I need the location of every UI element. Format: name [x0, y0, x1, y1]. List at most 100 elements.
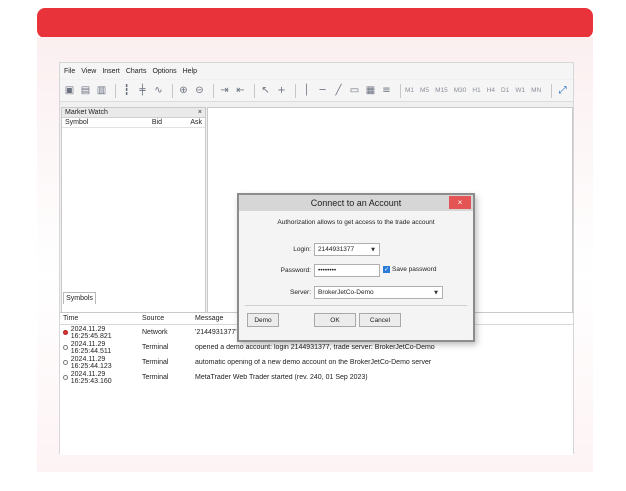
fibonacci-icon[interactable]: ≡	[380, 84, 393, 97]
trend-line-icon[interactable]: ╱	[332, 84, 345, 97]
time-value: 2024.11.29 16:25:44.511	[70, 340, 112, 355]
toolbar-divider	[254, 83, 255, 98]
zoom-out-icon[interactable]: ⊖	[193, 84, 206, 97]
column-ask[interactable]: Ask	[162, 119, 202, 126]
timeframe-d1[interactable]: D1	[501, 87, 509, 94]
info-status-icon	[63, 360, 68, 365]
vertical-line-icon[interactable]: │	[300, 84, 313, 97]
cancel-button[interactable]: Cancel	[359, 313, 401, 327]
profiles-icon[interactable]: ▤	[79, 84, 92, 97]
templates-icon[interactable]: ▥	[95, 84, 108, 97]
zoom-in-icon[interactable]: ⊕	[177, 84, 190, 97]
timeframe-m30[interactable]: M30	[454, 87, 467, 94]
menu-charts[interactable]: Charts	[126, 68, 147, 75]
demo-button[interactable]: Demo	[247, 313, 279, 327]
login-field[interactable]: 2144931377 ▼	[314, 243, 380, 256]
market-watch-header: Market Watch ×	[62, 108, 205, 118]
brand-banner	[37, 8, 593, 38]
page: File View Insert Charts Options Help ▣ ▤…	[0, 0, 626, 491]
toolbar-divider	[400, 83, 401, 98]
toolbar-divider	[551, 83, 553, 98]
timeframe-m5[interactable]: M5	[420, 87, 429, 94]
save-password-label: Save password	[392, 266, 437, 273]
save-password-checkbox[interactable]: ✓ Save password	[383, 266, 436, 273]
dialog-divider	[245, 305, 467, 306]
menu-help[interactable]: Help	[183, 68, 197, 75]
ok-button[interactable]: OK	[314, 313, 356, 327]
timeframe-m15[interactable]: M15	[435, 87, 448, 94]
market-watch-columns: Symbol Bid Ask	[62, 118, 205, 128]
column-time[interactable]: Time	[60, 315, 142, 322]
journal-source: Terminal	[142, 359, 169, 366]
login-label: Login:	[293, 246, 311, 253]
journal-time: 2024.11.29 16:25:45.821	[60, 326, 142, 340]
info-status-icon	[63, 345, 68, 350]
toolbar-divider	[115, 83, 116, 98]
journal-message: MetaTrader Web Trader started (rev. 240,…	[195, 374, 368, 381]
column-symbol[interactable]: Symbol	[65, 119, 118, 126]
toolbar-divider	[295, 83, 296, 98]
password-field[interactable]: ••••••••	[314, 264, 380, 277]
time-value: 2024.11.29 16:25:44.123	[70, 355, 112, 370]
line-chart-icon[interactable]: ∿	[152, 84, 165, 97]
horizontal-line-icon[interactable]: ─	[316, 84, 329, 97]
chevron-down-icon: ▼	[434, 289, 438, 296]
info-status-icon	[63, 375, 68, 380]
candlestick-icon[interactable]: ╪	[136, 84, 149, 97]
journal-row[interactable]: 2024.11.29 16:25:44.123 Terminal automat…	[60, 355, 573, 370]
journal-time: 2024.11.29 16:25:44.511	[60, 341, 142, 355]
text-label-icon[interactable]: ▭	[348, 84, 361, 97]
tab-symbols[interactable]: Symbols	[63, 292, 96, 304]
column-source[interactable]: Source	[142, 315, 195, 322]
journal-source: Terminal	[142, 374, 169, 381]
close-button[interactable]: ×	[449, 196, 471, 209]
auto-scroll-icon[interactable]: ⇤	[234, 84, 247, 97]
server-select[interactable]: BrokerJetCo-Demo ▼	[314, 286, 443, 299]
journal-source: Network	[142, 329, 168, 336]
journal-message: opened a demo account: login 2144931377,…	[195, 344, 435, 351]
dialog-title: Connect to an Account	[310, 198, 402, 208]
dialog-description: Authorization allows to get access to th…	[277, 219, 435, 226]
column-bid[interactable]: Bid	[118, 119, 162, 126]
journal-source: Terminal	[142, 344, 169, 351]
password-label: Password:	[280, 267, 311, 274]
menu-insert[interactable]: Insert	[102, 68, 120, 75]
timeframe-h4[interactable]: H4	[487, 87, 495, 94]
server-value: BrokerJetCo-Demo	[318, 289, 374, 296]
menu-view[interactable]: View	[81, 68, 96, 75]
new-chart-icon[interactable]: ▣	[63, 84, 76, 97]
toolbar-divider	[213, 83, 214, 98]
time-value: 2024.11.29 16:25:45.821	[70, 325, 112, 340]
menu-options[interactable]: Options	[152, 68, 176, 75]
connect-account-dialog: Connect to an Account × Authorization al…	[237, 193, 475, 342]
chart-shift-icon[interactable]: ⇥	[218, 84, 231, 97]
journal-time: 2024.11.29 16:25:43.160	[60, 371, 142, 385]
market-watch-title: Market Watch	[65, 109, 108, 116]
timeframe-mn[interactable]: MN	[531, 87, 541, 94]
menu-file[interactable]: File	[64, 68, 75, 75]
chevron-down-icon: ▼	[371, 246, 375, 253]
fullscreen-icon[interactable]: ⤢	[556, 84, 569, 97]
timeframe-h1[interactable]: H1	[472, 87, 480, 94]
dialog-titlebar: Connect to an Account ×	[239, 195, 473, 211]
time-value: 2024.11.29 16:25:43.160	[70, 370, 112, 385]
checkbox-checked-icon: ✓	[383, 266, 390, 273]
grid-icon[interactable]: ▦	[364, 84, 377, 97]
close-icon[interactable]: ×	[198, 109, 202, 116]
journal-message: automatic opening of a new demo account …	[195, 359, 432, 366]
cursor-icon[interactable]: ↖	[259, 84, 272, 97]
journal-time: 2024.11.29 16:25:44.123	[60, 356, 142, 370]
timeframe-w1[interactable]: W1	[515, 87, 525, 94]
password-value: ••••••••	[318, 267, 337, 274]
crosshair-icon[interactable]: +	[275, 84, 288, 97]
login-value: 2144931377	[318, 246, 355, 253]
server-label: Server:	[290, 289, 311, 296]
toolbar-divider	[172, 83, 173, 98]
menu-bar: File View Insert Charts Options Help	[60, 63, 573, 79]
timeframe-m1[interactable]: M1	[405, 87, 414, 94]
bar-chart-icon[interactable]: ┇	[120, 84, 133, 97]
journal-row[interactable]: 2024.11.29 16:25:43.160 Terminal MetaTra…	[60, 370, 573, 385]
toolbar: ▣ ▤ ▥ ┇ ╪ ∿ ⊕ ⊖ ⇥ ⇤ ↖ + │ ─ ╱ ▭ ▦ ≡ M1 M…	[60, 80, 573, 102]
trader-window: File View Insert Charts Options Help ▣ ▤…	[59, 62, 574, 455]
journal-row[interactable]: 2024.11.29 16:25:44.511 Terminal opened …	[60, 340, 573, 355]
